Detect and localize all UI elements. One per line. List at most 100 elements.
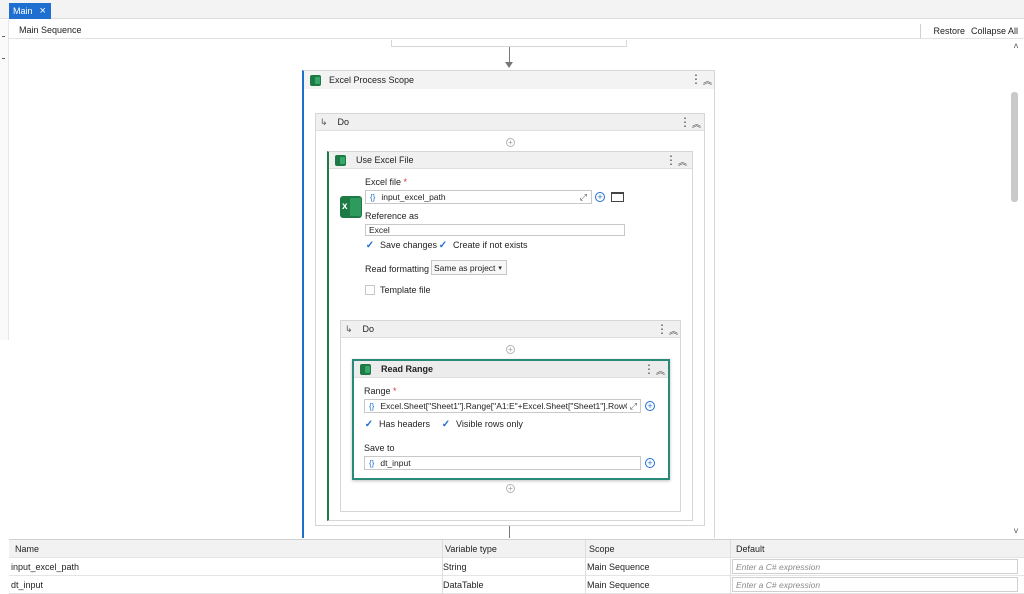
variable-name[interactable]: input_excel_path xyxy=(11,562,79,572)
table-row[interactable]: dt_input DataTable Main Sequence Enter a… xyxy=(9,576,1024,594)
range-input[interactable]: {} Excel.Sheet["Sheet1"].Range["A1:E"+Ex… xyxy=(364,399,641,413)
excel-process-scope-header[interactable]: Excel Process Scope ⋮ ︽ xyxy=(304,71,714,89)
more-options-icon[interactable]: ⋮ xyxy=(679,116,691,128)
more-options-icon[interactable]: ⋮ xyxy=(643,363,655,375)
default-value-input[interactable]: Enter a C# expression xyxy=(732,559,1018,574)
more-options-icon[interactable]: ⋮ xyxy=(690,73,702,85)
collapse-icon[interactable]: ︽ xyxy=(669,324,678,337)
scroll-up-icon[interactable]: ˄ xyxy=(1009,41,1023,51)
breadcrumb[interactable]: Main Sequence xyxy=(19,25,82,35)
check-icon: ✓ xyxy=(441,418,451,430)
use-excel-file-title: Use Excel File xyxy=(356,155,414,165)
designer-header: Main Sequence Restore Collapse All xyxy=(9,20,1024,39)
excel-file-icon: x xyxy=(340,196,362,218)
folder-icon[interactable] xyxy=(611,192,624,202)
connector-line xyxy=(509,526,510,538)
expression-brace-icon: {} xyxy=(370,192,376,202)
previous-activity-stub[interactable] xyxy=(391,40,627,47)
template-file-checkbox[interactable]: ✓ Template file xyxy=(365,285,431,295)
variable-type[interactable]: String xyxy=(443,562,467,572)
column-divider xyxy=(585,540,586,594)
tab-main-label: Main xyxy=(13,6,33,16)
default-value-input[interactable]: Enter a C# expression xyxy=(732,577,1018,592)
create-if-not-exists-checkbox[interactable]: ✓ Create if not exists xyxy=(438,239,528,251)
do-outer-title: Do xyxy=(337,117,350,127)
do-inner-header[interactable]: ↳ Do ⋮ ︽ xyxy=(341,321,680,338)
scroll-down-icon[interactable]: ˅ xyxy=(1009,526,1023,536)
save-changes-checkbox[interactable]: ✓ Save changes xyxy=(365,239,437,251)
collapse-icon[interactable]: ︽ xyxy=(703,74,712,87)
variables-header-row: Name Variable type Scope Default xyxy=(9,540,1024,558)
add-activity-icon[interactable]: + xyxy=(506,484,515,493)
excel-icon xyxy=(310,74,321,86)
column-header-scope[interactable]: Scope xyxy=(589,544,615,554)
use-excel-file-header[interactable]: Use Excel File ⋮ ︽ xyxy=(329,152,692,169)
read-range-header[interactable]: Read Range ⋮ ︽ xyxy=(354,361,668,378)
add-variable-icon[interactable]: + xyxy=(595,192,605,202)
reference-as-input[interactable]: Excel xyxy=(365,224,625,236)
collapse-icon[interactable]: ︽ xyxy=(656,364,665,377)
use-excel-file-activity[interactable]: Use Excel File ⋮ ︽ x Excel file * {} inp… xyxy=(327,151,693,521)
read-range-title: Read Range xyxy=(381,364,434,374)
excel-file-label: Excel file * xyxy=(365,177,408,187)
designer-actions: Restore Collapse All xyxy=(920,24,1018,38)
read-formatting-dropdown[interactable]: Same as project ▾ xyxy=(431,260,507,275)
restore-button[interactable]: Restore xyxy=(933,26,965,36)
expand-editor-icon[interactable]: ⤢ xyxy=(630,401,637,412)
collapse-icon[interactable]: ︽ xyxy=(692,117,701,130)
collapse-all-button[interactable]: Collapse All xyxy=(971,26,1018,36)
column-header-name[interactable]: Name xyxy=(15,544,39,554)
divider xyxy=(920,24,922,38)
more-options-icon[interactable]: ⋮ xyxy=(665,154,677,166)
excel-icon xyxy=(335,154,346,166)
close-icon[interactable]: × xyxy=(40,6,46,17)
do-outer-header[interactable]: ↳ Do ⋮ ︽ xyxy=(316,114,704,131)
variable-scope[interactable]: Main Sequence xyxy=(587,580,650,590)
check-icon: ✓ xyxy=(438,239,448,251)
table-row[interactable]: input_excel_path String Main Sequence En… xyxy=(9,558,1024,576)
more-options-icon[interactable]: ⋮ xyxy=(656,323,668,335)
designer-canvas[interactable]: Excel Process Scope ⋮ ︽ ↳ Do ⋮ ︽ + Use E… xyxy=(10,40,1008,538)
column-header-variable-type[interactable]: Variable type xyxy=(445,544,497,554)
branch-arrow-icon: ↳ xyxy=(345,323,353,334)
read-formatting-label: Read formatting xyxy=(365,264,430,274)
reference-as-label: Reference as xyxy=(365,211,419,221)
read-range-activity[interactable]: Read Range ⋮ ︽ Range * {} Excel.Sheet["S… xyxy=(352,359,670,480)
column-header-default[interactable]: Default xyxy=(736,544,765,554)
add-activity-icon[interactable]: + xyxy=(506,138,515,147)
visible-rows-only-checkbox[interactable]: ✓ Visible rows only xyxy=(441,418,523,430)
expression-brace-icon: {} xyxy=(369,458,375,468)
branch-arrow-icon: ↳ xyxy=(320,116,328,127)
excel-icon xyxy=(360,363,371,375)
excel-file-input[interactable]: {} input_excel_path ⤢ xyxy=(365,190,592,204)
variable-scope[interactable]: Main Sequence xyxy=(587,562,650,572)
range-label: Range * xyxy=(364,386,397,396)
column-divider xyxy=(730,540,731,594)
variable-type[interactable]: DataTable xyxy=(443,580,484,590)
checkbox-box: ✓ xyxy=(365,285,375,295)
add-activity-icon[interactable]: + xyxy=(506,345,515,354)
scrollbar-thumb[interactable] xyxy=(1011,92,1018,202)
save-to-input[interactable]: {} dt_input xyxy=(364,456,641,470)
chevron-down-icon: ▾ xyxy=(498,264,502,272)
expression-brace-icon: {} xyxy=(369,401,375,411)
collapse-icon[interactable]: ︽ xyxy=(678,155,687,168)
do-outer-container[interactable]: ↳ Do ⋮ ︽ + Use Excel File ⋮ ︽ x Excel fi… xyxy=(315,113,705,526)
arrow-down-icon xyxy=(505,62,513,68)
excel-process-scope-activity[interactable]: Excel Process Scope ⋮ ︽ ↳ Do ⋮ ︽ + Use E… xyxy=(302,70,715,538)
check-icon: ✓ xyxy=(364,418,374,430)
document-tab-strip: Main × xyxy=(0,0,1024,19)
activity-title: Excel Process Scope xyxy=(329,75,415,85)
has-headers-checkbox[interactable]: ✓ Has headers xyxy=(364,418,430,430)
add-variable-icon[interactable]: + xyxy=(645,458,655,468)
variable-name[interactable]: dt_input xyxy=(11,580,43,590)
check-icon: ✓ xyxy=(365,239,375,251)
tab-main[interactable]: Main × xyxy=(9,3,51,19)
expand-editor-icon[interactable]: ⤢ xyxy=(580,192,587,203)
column-divider xyxy=(442,540,443,594)
save-to-label: Save to xyxy=(364,443,395,453)
variables-panel: Name Variable type Scope Default input_e… xyxy=(9,539,1024,594)
do-inner-title: Do xyxy=(362,324,375,334)
do-inner-container[interactable]: ↳ Do ⋮ ︽ + Read Range ⋮ ︽ Range * {} Exc… xyxy=(340,320,681,512)
add-variable-icon[interactable]: + xyxy=(645,401,655,411)
